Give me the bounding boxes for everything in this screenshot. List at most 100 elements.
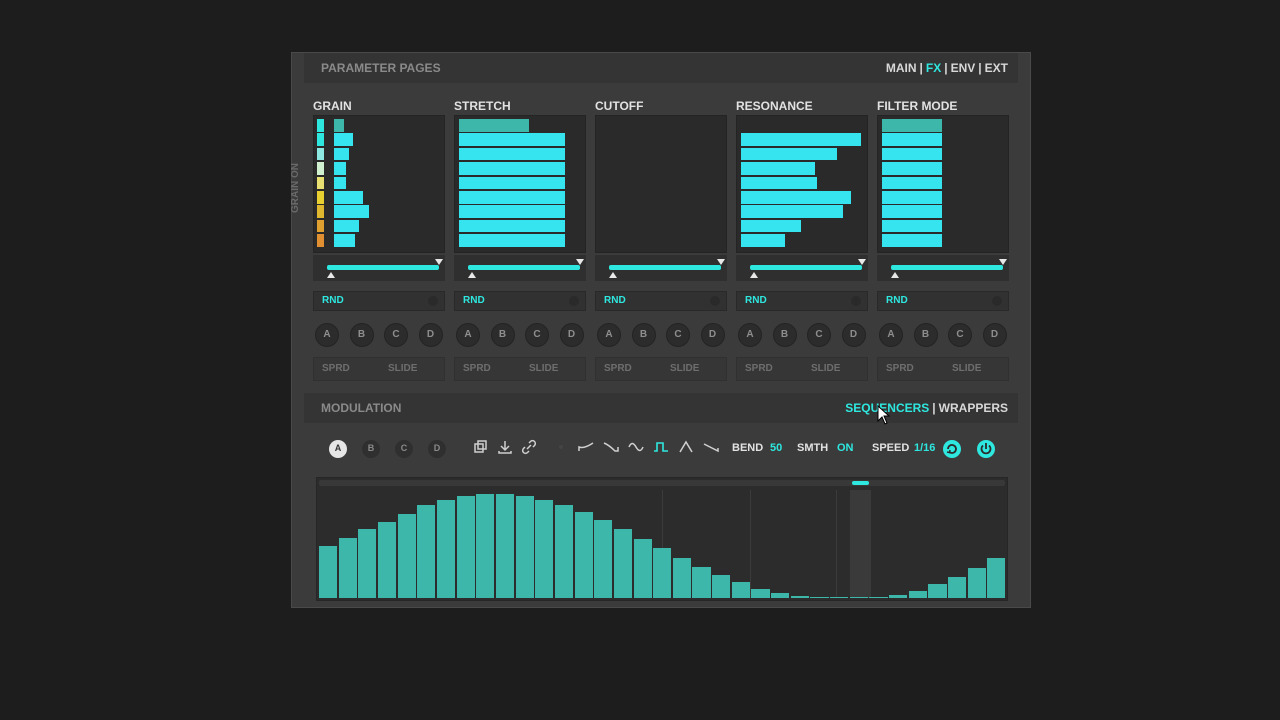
param-bar[interactable]	[459, 219, 565, 233]
param-bar-editor[interactable]	[313, 115, 445, 253]
rnd-button[interactable]: RND	[313, 291, 445, 311]
sequencer-step[interactable]	[456, 496, 475, 598]
sequencer-step[interactable]	[338, 538, 357, 598]
grain-on-toggle[interactable]	[317, 191, 324, 204]
step-sequencer[interactable]	[316, 477, 1008, 601]
triangle-icon[interactable]	[678, 439, 694, 455]
param-bar[interactable]	[459, 176, 565, 190]
lane-c-button[interactable]: C	[395, 440, 413, 458]
grain-on-toggle[interactable]	[317, 219, 324, 233]
preset-c-button[interactable]: C	[384, 323, 408, 347]
sequencer-step[interactable]	[515, 496, 534, 598]
slider-max-handle[interactable]	[435, 259, 443, 265]
slider-min-handle[interactable]	[609, 272, 617, 278]
rnd-button[interactable]: RND	[877, 291, 1009, 311]
param-bar[interactable]	[334, 219, 359, 233]
param-bar[interactable]	[882, 147, 942, 161]
lane-a-button[interactable]: A	[329, 440, 347, 458]
power-icon[interactable]	[976, 439, 996, 459]
param-bar[interactable]	[882, 119, 942, 132]
sequencer-step[interactable]	[889, 595, 908, 598]
playhead-marker[interactable]	[851, 481, 869, 485]
param-bar[interactable]	[741, 133, 861, 146]
slide-button[interactable]: SLIDE	[388, 358, 417, 380]
link-icon[interactable]	[521, 439, 537, 455]
sprd-button[interactable]: SPRD	[604, 358, 632, 380]
sequencer-step[interactable]	[476, 494, 495, 598]
sequencer-step[interactable]	[613, 529, 632, 598]
copy-icon[interactable]	[473, 439, 489, 455]
rnd-knob[interactable]	[710, 296, 720, 306]
sequencer-step[interactable]	[830, 597, 849, 598]
sequencer-step[interactable]	[436, 500, 456, 598]
sequencer-step[interactable]	[358, 529, 377, 598]
param-bar[interactable]	[741, 176, 817, 190]
slider-track[interactable]	[891, 265, 1003, 270]
tab-env[interactable]: ENV	[951, 61, 976, 75]
slider-max-handle[interactable]	[576, 259, 584, 265]
sequencer-step[interactable]	[653, 548, 672, 598]
slider-min-handle[interactable]	[468, 272, 476, 278]
bend-value[interactable]: 50	[770, 442, 782, 454]
param-bar[interactable]	[459, 133, 565, 146]
saw-icon[interactable]	[703, 439, 719, 455]
preset-b-button[interactable]: B	[631, 323, 656, 347]
grain-on-toggle[interactable]	[317, 162, 324, 175]
slider-min-handle[interactable]	[891, 272, 899, 278]
sequencer-step[interactable]	[987, 558, 1006, 598]
sequencer-step[interactable]	[967, 568, 986, 598]
sync-icon[interactable]	[942, 439, 962, 459]
ramp-down-icon[interactable]	[603, 439, 619, 455]
param-range-slider[interactable]	[454, 255, 586, 281]
sequencer-step[interactable]	[908, 591, 927, 598]
preset-a-button[interactable]: A	[315, 323, 339, 347]
sequencer-step[interactable]	[495, 494, 515, 598]
param-bar[interactable]	[459, 162, 565, 175]
sequencer-step[interactable]	[948, 577, 967, 598]
slider-max-handle[interactable]	[999, 259, 1007, 265]
slider-max-handle[interactable]	[717, 259, 725, 265]
sine-icon[interactable]	[628, 439, 644, 455]
param-bar[interactable]	[741, 147, 837, 161]
param-bar[interactable]	[334, 147, 349, 161]
param-bar[interactable]	[459, 119, 529, 132]
tab-fx[interactable]: FX	[926, 61, 941, 75]
preset-d-button[interactable]: D	[700, 323, 725, 347]
param-bar[interactable]	[882, 191, 942, 204]
sequencer-step[interactable]	[810, 597, 829, 598]
sequencer-step[interactable]	[731, 582, 750, 598]
rnd-knob[interactable]	[992, 296, 1002, 306]
param-bar[interactable]	[882, 133, 942, 146]
sequencer-step[interactable]	[771, 593, 790, 598]
sprd-button[interactable]: SPRD	[322, 358, 350, 380]
slider-track[interactable]	[609, 265, 721, 270]
ramp-up-icon[interactable]	[578, 439, 594, 455]
param-bar[interactable]	[459, 147, 565, 161]
sequencer-step[interactable]	[692, 567, 711, 598]
lane-d-button[interactable]: D	[428, 440, 446, 458]
sequencer-step[interactable]	[574, 512, 593, 598]
sequencer-step[interactable]	[751, 589, 770, 598]
slide-button[interactable]: SLIDE	[952, 358, 981, 380]
sequencer-step[interactable]	[869, 597, 888, 598]
sprd-button[interactable]: SPRD	[745, 358, 773, 380]
grain-on-toggle[interactable]	[317, 119, 324, 132]
param-bar[interactable]	[459, 191, 565, 204]
sprd-button[interactable]: SPRD	[463, 358, 491, 380]
sequencer-step[interactable]	[554, 505, 574, 598]
preset-c-button[interactable]: C	[807, 323, 831, 347]
preset-b-button[interactable]: B	[349, 323, 374, 347]
preset-b-button[interactable]: B	[490, 323, 515, 347]
slide-button[interactable]: SLIDE	[529, 358, 558, 380]
rnd-button[interactable]: RND	[595, 291, 727, 311]
save-icon[interactable]	[497, 439, 513, 455]
sequencer-step[interactable]	[535, 500, 554, 598]
param-bar[interactable]	[882, 205, 942, 218]
sequencer-step[interactable]	[633, 539, 652, 598]
slider-min-handle[interactable]	[750, 272, 758, 278]
param-bar[interactable]	[334, 162, 346, 175]
grain-on-toggle[interactable]	[317, 205, 324, 218]
param-bar[interactable]	[882, 234, 942, 247]
param-bar[interactable]	[334, 205, 369, 218]
preset-c-button[interactable]: C	[525, 323, 549, 347]
